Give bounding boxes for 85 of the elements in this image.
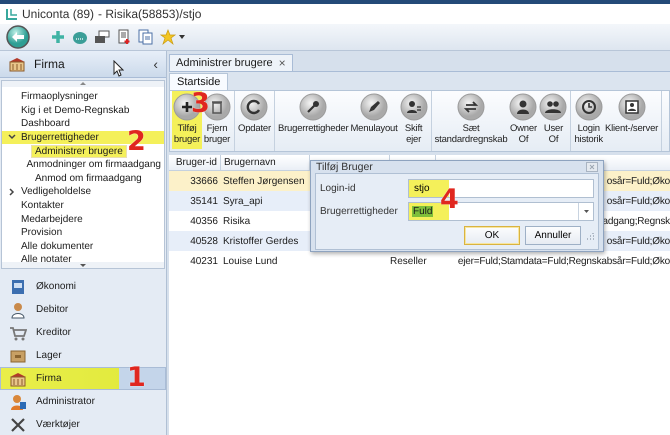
ribbon-button[interactable]: Brugerrettigheder <box>276 91 350 149</box>
app-logo-icon <box>4 7 18 21</box>
ribbon-tab[interactable]: Startside <box>169 73 228 90</box>
ribbon-button[interactable]: Skift ejer <box>398 91 429 149</box>
table-cell-text: 40528 <box>189 236 219 246</box>
tree-item[interactable]: Alle dokumenter <box>18 240 96 252</box>
tree-item[interactable]: Alle notater <box>18 254 75 262</box>
table-cell-text: 35141 <box>189 196 219 206</box>
person-icon <box>509 93 538 121</box>
dropdown-arrow-icon[interactable] <box>584 210 588 212</box>
document-tab[interactable]: Administrer brugere × <box>169 54 293 71</box>
nav-item[interactable]: Lager <box>0 344 166 367</box>
table-cell-text: Steffen Jørgensen <box>222 176 306 186</box>
close-button[interactable]: × <box>278 56 286 70</box>
table-cell: adgang;Regnsk <box>602 216 670 226</box>
ribbon-button[interactable]: Opdater <box>237 91 272 149</box>
table-cell-text: Kristoffer Gerdes <box>222 236 300 246</box>
table-cell-text: Syra_api <box>222 196 264 206</box>
app-name: Uniconta (89) <box>22 7 94 21</box>
table-cell-text: Risika <box>222 216 252 226</box>
tree-item[interactable]: Dashboard <box>18 118 73 130</box>
documents-icon[interactable] <box>138 29 154 45</box>
annotation-number: 1 <box>127 364 146 391</box>
table-cell-text: 33666 <box>189 176 219 186</box>
tree-item[interactable]: Vedligeholdelse <box>18 186 94 198</box>
field-label: Brugerrettigheder <box>320 206 399 216</box>
tree-item[interactable]: Medarbejdere <box>18 214 86 225</box>
tree-item[interactable]: Kontakter <box>18 200 67 211</box>
nav-item[interactable]: Værktøjer <box>0 413 166 435</box>
ribbon-button[interactable]: Login historik <box>573 91 604 149</box>
ribbon-button[interactable]: Owner Of <box>508 91 538 149</box>
tools-icon <box>9 416 27 434</box>
dialog-button[interactable]: OK <box>464 226 520 245</box>
table-cell: osår=Fuld;Øko <box>606 196 670 206</box>
ribbon-button[interactable]: Menulayout <box>349 91 399 149</box>
table-cell-text: Reseller <box>390 256 428 266</box>
nav-item[interactable]: Debitor <box>0 298 166 321</box>
table-cell: ejer=Fuld;Stamdata=Fuld;Regnskabsår=Fuld;Øko <box>458 256 670 266</box>
table-cell-text: Louise Lund <box>222 256 278 266</box>
expanded-caret-icon[interactable] <box>8 133 16 142</box>
ledger-icon <box>9 278 27 296</box>
dialog-title: Tilføj Bruger <box>316 161 373 173</box>
tree-item[interactable]: Firmaoplysninger <box>18 91 101 102</box>
star-icon[interactable] <box>160 29 176 45</box>
field-label: Login-id <box>320 182 357 194</box>
nav-item[interactable]: Økonomi <box>0 275 166 298</box>
cursor-icon <box>113 60 124 77</box>
table-cell: osår=Fuld;Øko <box>606 176 670 186</box>
tree-item[interactable]: Kig i et Demo-Regnskab <box>18 104 132 116</box>
pencil-icon <box>360 93 388 121</box>
nav-item[interactable]: Firma 1 <box>0 367 166 390</box>
table-cell-text: 40356 <box>189 216 219 226</box>
tree-item[interactable]: Anmodninger om firmaadgang <box>23 159 164 170</box>
person-icon <box>9 300 27 318</box>
refresh-icon <box>240 93 268 121</box>
dialog-button[interactable]: Annuller <box>525 226 581 245</box>
admin-person-icon <box>9 392 27 410</box>
tree-item[interactable]: Anmod om firmaadgang <box>32 172 145 184</box>
collapsed-caret-icon[interactable] <box>8 188 16 196</box>
report-icon[interactable] <box>116 29 132 45</box>
key-icon <box>299 93 328 121</box>
panel-title: Firma <box>34 56 65 71</box>
table-cell: osår=Fuld;Øko <box>606 236 670 246</box>
history-icon <box>574 93 603 121</box>
scroll-down-icon[interactable] <box>80 264 86 266</box>
scroll-up-icon[interactable] <box>80 82 86 86</box>
nav-item[interactable]: Kreditor <box>0 321 166 344</box>
swap-icon <box>457 93 486 121</box>
column-header[interactable]: Bruger-id <box>169 155 221 170</box>
resize-grip-icon[interactable] <box>586 232 594 240</box>
nav-item[interactable]: Administrator <box>0 390 166 413</box>
caret-icon[interactable] <box>179 35 185 39</box>
ribbon-button[interactable]: Klient-/server <box>604 91 660 149</box>
back-button[interactable] <box>6 25 30 49</box>
ribbon-button[interactable]: Sæt standardregnskab <box>434 91 508 149</box>
id-card-icon <box>618 93 646 121</box>
tree-item[interactable]: Provision <box>18 227 66 238</box>
collapse-button[interactable]: ‹ <box>153 56 158 72</box>
windows-icon[interactable] <box>94 29 110 45</box>
tree-item[interactable]: Administrer brugere <box>32 146 126 157</box>
user-list-icon <box>400 93 428 121</box>
ribbon-button[interactable]: User Of <box>538 91 568 149</box>
window-title: - Risika(58853)/stjo <box>98 7 202 21</box>
people-icon <box>539 93 568 121</box>
table-cell-text: 40231 <box>189 256 219 266</box>
